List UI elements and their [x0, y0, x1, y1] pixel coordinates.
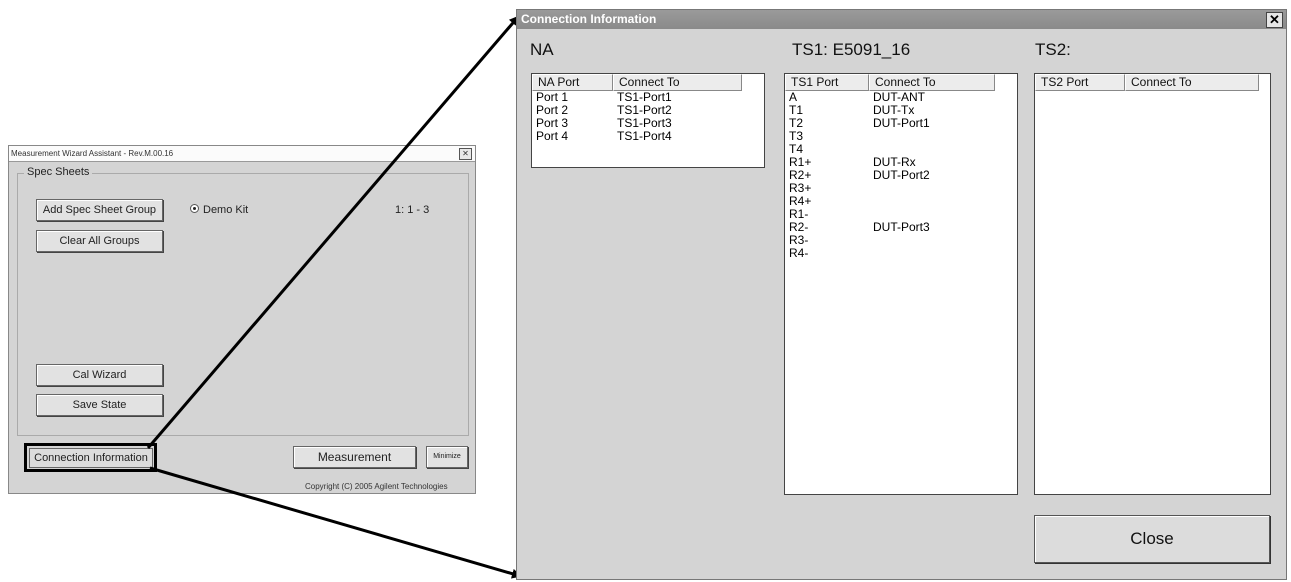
port-cell: Port 4 [536, 129, 569, 143]
ts1-port-column-header[interactable]: TS1 Port [785, 74, 869, 91]
list-row[interactable]: R4- [785, 247, 1017, 260]
connect-to-cell [869, 182, 995, 195]
connect-to-cell: TS1-Port4 [617, 129, 672, 143]
na-section-title: NA [530, 40, 554, 59]
list-row[interactable]: R4+ [785, 195, 1017, 208]
list-row[interactable]: T3 [785, 130, 1017, 143]
connection-window-title: Connection Information [521, 12, 657, 26]
close-button[interactable]: Close [1034, 515, 1270, 563]
na-port-column-header[interactable]: NA Port [532, 74, 613, 91]
ts1-port-list[interactable]: TS1 Port Connect To A DUT-ANT T1 DUT-Tx T2 DU… [784, 73, 1018, 495]
connect-to-cell [869, 130, 995, 143]
connection-window-titlebar: Connection Information ✕ [517, 10, 1286, 29]
ts2-port-list[interactable]: TS2 Port Connect To [1034, 73, 1271, 495]
ts1-list-body: A DUT-ANT T1 DUT-Tx T2 DUT-Port1 T3 T4 R1+ DUT-Rx… [785, 91, 1017, 260]
ts2-section-title: TS2: [1035, 40, 1071, 59]
connect-to-cell [869, 195, 995, 208]
ts2-port-column-header[interactable]: TS2 Port [1035, 74, 1125, 91]
list-row[interactable]: R2- DUT-Port3 [785, 221, 1017, 234]
connect-to-cell [869, 247, 995, 260]
list-row[interactable]: T2 DUT-Port1 [785, 117, 1017, 130]
ts1-section-title: TS1: E5091_16 [792, 40, 911, 59]
list-row[interactable]: R2+ DUT-Port2 [785, 169, 1017, 182]
arrow-to-window-top [146, 15, 520, 449]
list-row[interactable]: R3+ [785, 182, 1017, 195]
connect-to-column-header[interactable]: Connect To [1125, 74, 1259, 91]
port-cell: R4- [789, 246, 809, 260]
connect-to-cell [869, 234, 995, 247]
na-list-body: Port 1 TS1-Port1 Port 2 TS1-Port2 Port 3 TS1-… [532, 91, 764, 143]
list-row[interactable]: Port 4 TS1-Port4 [532, 130, 764, 143]
list-row[interactable]: R3- [785, 234, 1017, 247]
connect-to-column-header[interactable]: Connect To [613, 74, 742, 91]
connection-window-close-icon[interactable]: ✕ [1266, 12, 1283, 28]
arrow-to-window-bottom [149, 466, 522, 579]
connect-to-cell: DUT-Port1 [873, 116, 930, 130]
ts1-list-header: TS1 Port Connect To [785, 74, 1017, 91]
connect-to-cell: DUT-Port2 [873, 168, 930, 182]
na-list-header: NA Port Connect To [532, 74, 764, 91]
connect-to-cell: DUT-Port3 [873, 220, 930, 234]
na-port-list[interactable]: NA Port Connect To Port 1 TS1-Port1 Port 2… [531, 73, 765, 168]
connection-information-window: Connection Information ✕ NA NA Port Conn… [516, 9, 1287, 580]
ts2-list-header: TS2 Port Connect To [1035, 74, 1270, 91]
connect-to-column-header[interactable]: Connect To [869, 74, 995, 91]
